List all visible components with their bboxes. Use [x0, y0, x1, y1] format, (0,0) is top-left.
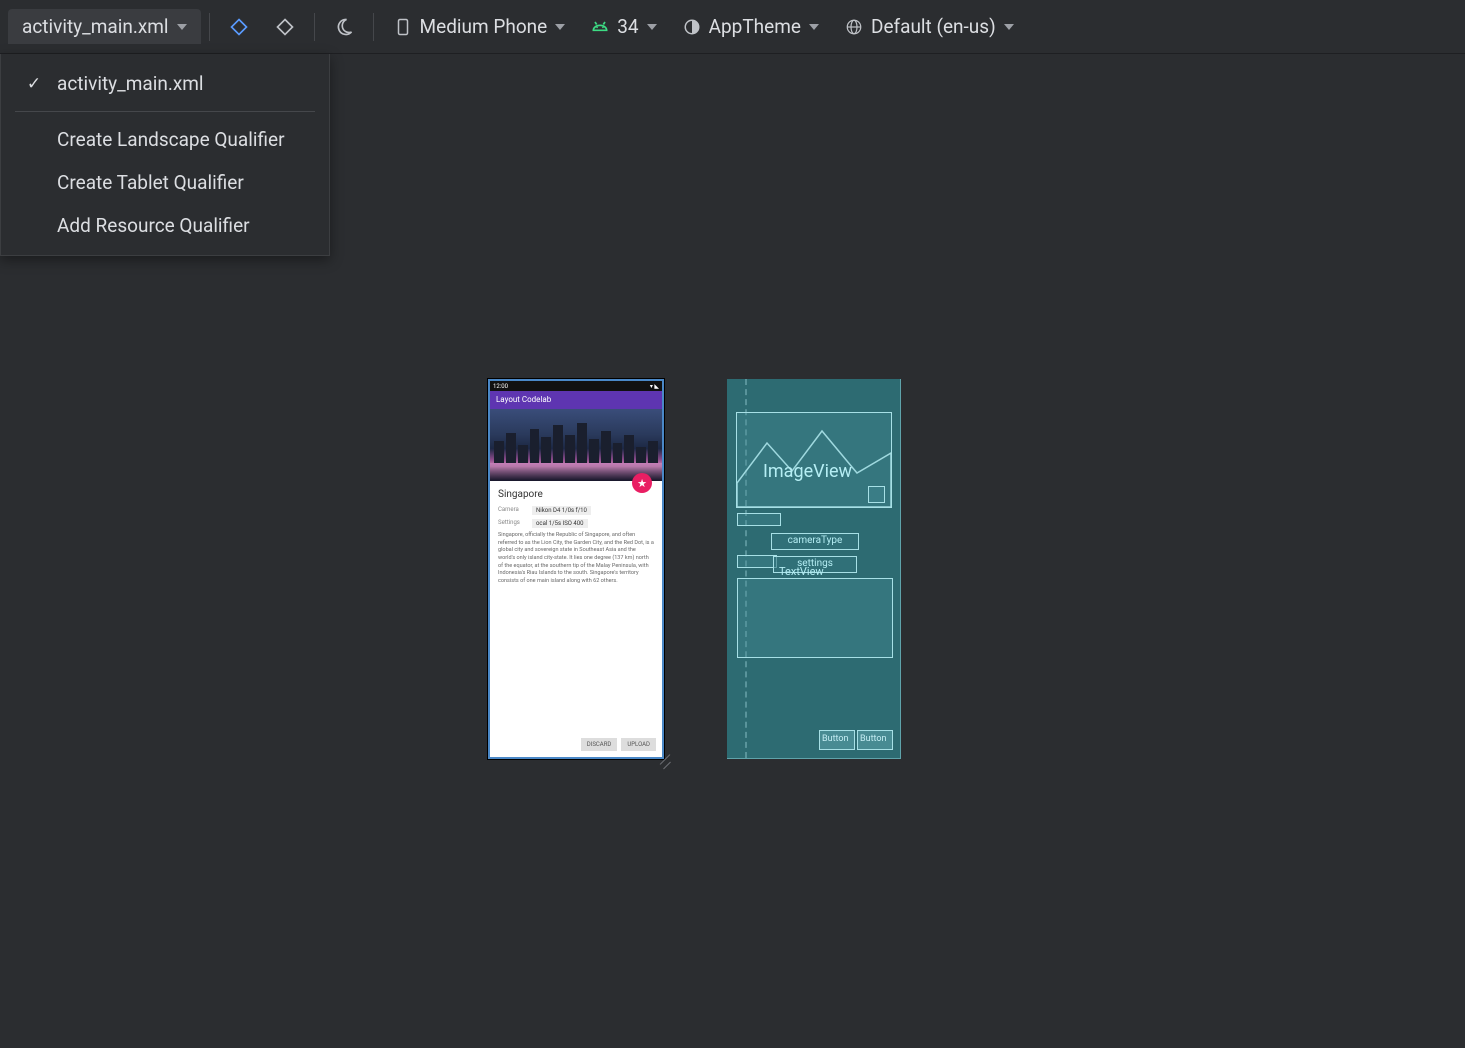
orientation-button[interactable] [264, 10, 306, 44]
design-surface-mode-button[interactable] [218, 10, 260, 44]
menu-item-label: activity_main.xml [57, 72, 204, 95]
blueprint-camera-label-box[interactable] [737, 513, 781, 526]
menu-item-create-tablet[interactable]: Create Tablet Qualifier [1, 161, 329, 204]
camera-label: Camera [498, 506, 526, 515]
preview-footer: DISCARD UPLOAD [490, 734, 662, 757]
settings-value: ocal 1/5s ISO 400 [532, 519, 588, 528]
toolbar-separator [209, 13, 210, 41]
status-time: 12:00 [493, 383, 508, 390]
api-level-label: 34 [617, 15, 638, 38]
rotate-diamond-icon [274, 16, 296, 38]
android-icon [589, 16, 611, 38]
status-icons: ▾ ◣ [650, 383, 659, 390]
layout-variant-menu: ✓ activity_main.xml Create Landscape Qua… [0, 54, 330, 256]
camera-value: Nikon D4 1/0s f/10 [532, 506, 591, 515]
chevron-down-icon [1004, 24, 1014, 30]
chevron-down-icon [809, 24, 819, 30]
check-icon: ✓ [25, 74, 43, 94]
blueprint-button-1[interactable]: Button [819, 730, 855, 750]
blueprint-cameratype-box[interactable]: cameraType [771, 533, 859, 550]
globe-icon [843, 16, 865, 38]
blueprint-button-2[interactable]: Button [857, 730, 893, 750]
menu-divider [15, 111, 315, 112]
blueprint-preview[interactable]: ImageView cameraType settings TextView B… [727, 379, 901, 759]
current-file-label: activity_main.xml [22, 15, 169, 38]
theme-label: AppTheme [709, 15, 801, 38]
menu-item-label: Create Landscape Qualifier [57, 128, 285, 151]
menu-item-label: Add Resource Qualifier [57, 214, 250, 237]
night-mode-button[interactable] [323, 10, 365, 44]
menu-item-label: Create Tablet Qualifier [57, 171, 244, 194]
api-level-selector[interactable]: 34 [579, 9, 666, 44]
toolbar-separator [314, 13, 315, 41]
diamond-outline-icon [228, 16, 250, 38]
file-variant-dropdown[interactable]: activity_main.xml [8, 9, 201, 44]
blueprint-image-placeholder-icon [737, 413, 891, 507]
theme-selector[interactable]: AppTheme [671, 9, 829, 44]
city-title: Singapore [498, 489, 654, 500]
menu-item-add-resource-qualifier[interactable]: Add Resource Qualifier [1, 204, 329, 247]
design-preview[interactable]: 12:00 ▾ ◣ Layout Codelab ★ Singapore Cam… [488, 379, 664, 759]
contrast-icon [681, 16, 703, 38]
toolbar-separator [373, 13, 374, 41]
chevron-down-icon [647, 24, 657, 30]
description-text: Singapore, officially the Republic of Si… [498, 532, 654, 586]
settings-label: Settings [498, 519, 526, 528]
locale-label: Default (en-us) [871, 15, 996, 38]
upload-button[interactable]: UPLOAD [621, 738, 656, 751]
app-bar: Layout Codelab [490, 391, 662, 409]
blueprint-textview-box[interactable] [737, 578, 893, 658]
blueprint-textview-label: TextView [779, 565, 824, 578]
chevron-down-icon [177, 24, 187, 30]
chevron-down-icon [555, 24, 565, 30]
menu-item-current-file[interactable]: ✓ activity_main.xml [1, 62, 329, 105]
locale-selector[interactable]: Default (en-us) [833, 9, 1024, 44]
device-label: Medium Phone [420, 15, 548, 38]
blueprint-settings-label-box[interactable] [737, 555, 777, 568]
hero-image [490, 409, 662, 481]
menu-item-create-landscape[interactable]: Create Landscape Qualifier [1, 118, 329, 161]
blueprint-imageview-label: ImageView [763, 461, 852, 482]
discard-button[interactable]: DISCARD [581, 738, 618, 751]
phone-icon [392, 16, 414, 38]
moon-icon [333, 16, 355, 38]
layout-editor-toolbar: activity_main.xml Medium Phone 34 [0, 0, 1465, 54]
preview-body: Singapore Camera Nikon D4 1/0s f/10 Sett… [490, 481, 662, 734]
resize-handle[interactable] [658, 753, 678, 773]
device-selector[interactable]: Medium Phone [382, 9, 576, 44]
status-bar: 12:00 ▾ ◣ [490, 381, 662, 391]
app-title: Layout Codelab [496, 395, 551, 404]
